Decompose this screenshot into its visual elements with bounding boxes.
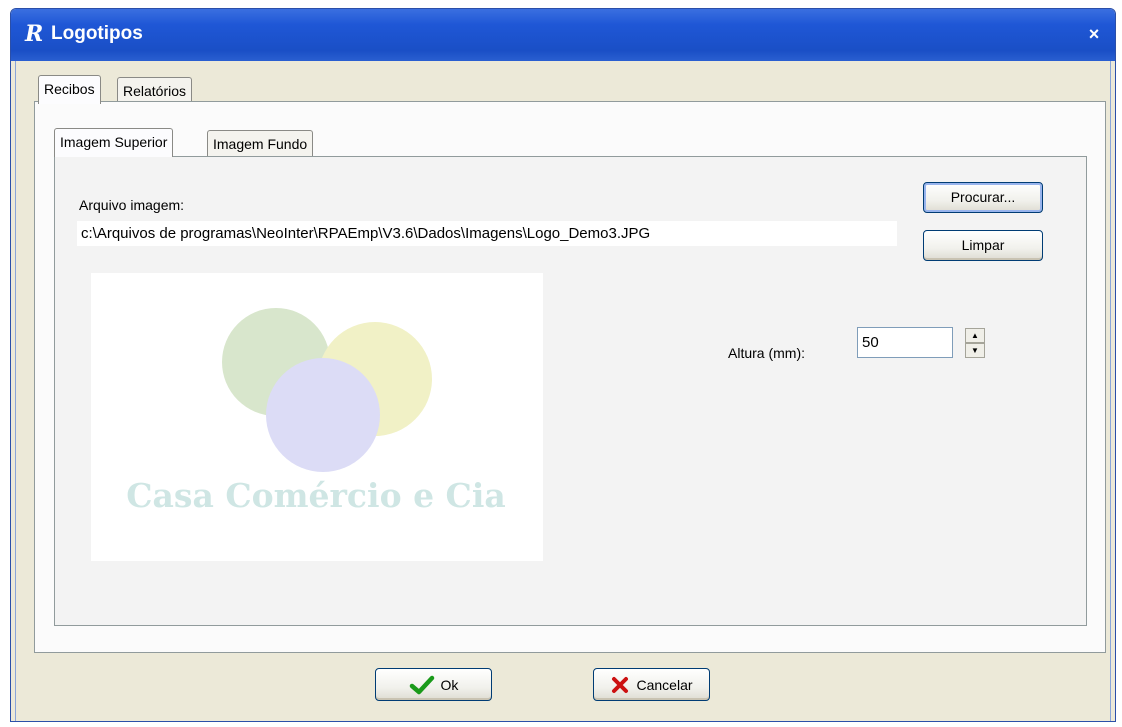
browse-button[interactable]: Procurar... [923,182,1043,213]
check-icon [409,675,434,694]
imagem-superior-panel: Arquivo imagem: c:\Arquivos de programas… [54,156,1087,626]
title-bar[interactable]: R Logotipos × [11,9,1115,61]
logotipos-dialog: R Logotipos × Recibos Relatórios Imagem … [10,8,1116,722]
cancel-button[interactable]: Cancelar [593,668,710,701]
close-button[interactable]: × [1083,23,1105,45]
tab-imagem-fundo[interactable]: Imagem Fundo [207,130,314,157]
height-input[interactable]: 50 [857,327,953,358]
image-file-path-field[interactable]: c:\Arquivos de programas\NeoInter\RPAEmp… [77,221,897,246]
app-logo-icon: R [25,21,44,47]
clear-button[interactable]: Limpar [923,230,1043,261]
ok-button[interactable]: Ok [375,668,492,701]
x-icon [612,676,629,693]
logo-preview-image: Casa Comércio e Cia [91,273,543,561]
window-title: Logotipos [51,23,143,44]
tab-recibos[interactable]: Recibos [38,75,101,104]
recibos-panel: Imagem Superior Imagem Fundo Arquivo ima… [34,101,1106,653]
logo-text: Casa Comércio e Cia [126,476,505,515]
cancel-label: Cancelar [636,676,693,693]
spin-up-button[interactable]: ▲ [965,328,985,343]
spin-down-button[interactable]: ▼ [965,343,985,358]
height-label: Altura (mm): [728,345,805,361]
logo-purple-circle [266,358,380,472]
logo-preview-graphic: Casa Comércio e Cia [126,308,506,515]
dialog-body: Recibos Relatórios Imagem Superior Image… [15,61,1111,721]
tab-relatorios[interactable]: Relatórios [117,77,193,104]
ok-label: Ok [440,676,459,693]
tab-imagem-superior[interactable]: Imagem Superior [54,128,174,157]
image-file-label: Arquivo imagem: [79,197,185,213]
